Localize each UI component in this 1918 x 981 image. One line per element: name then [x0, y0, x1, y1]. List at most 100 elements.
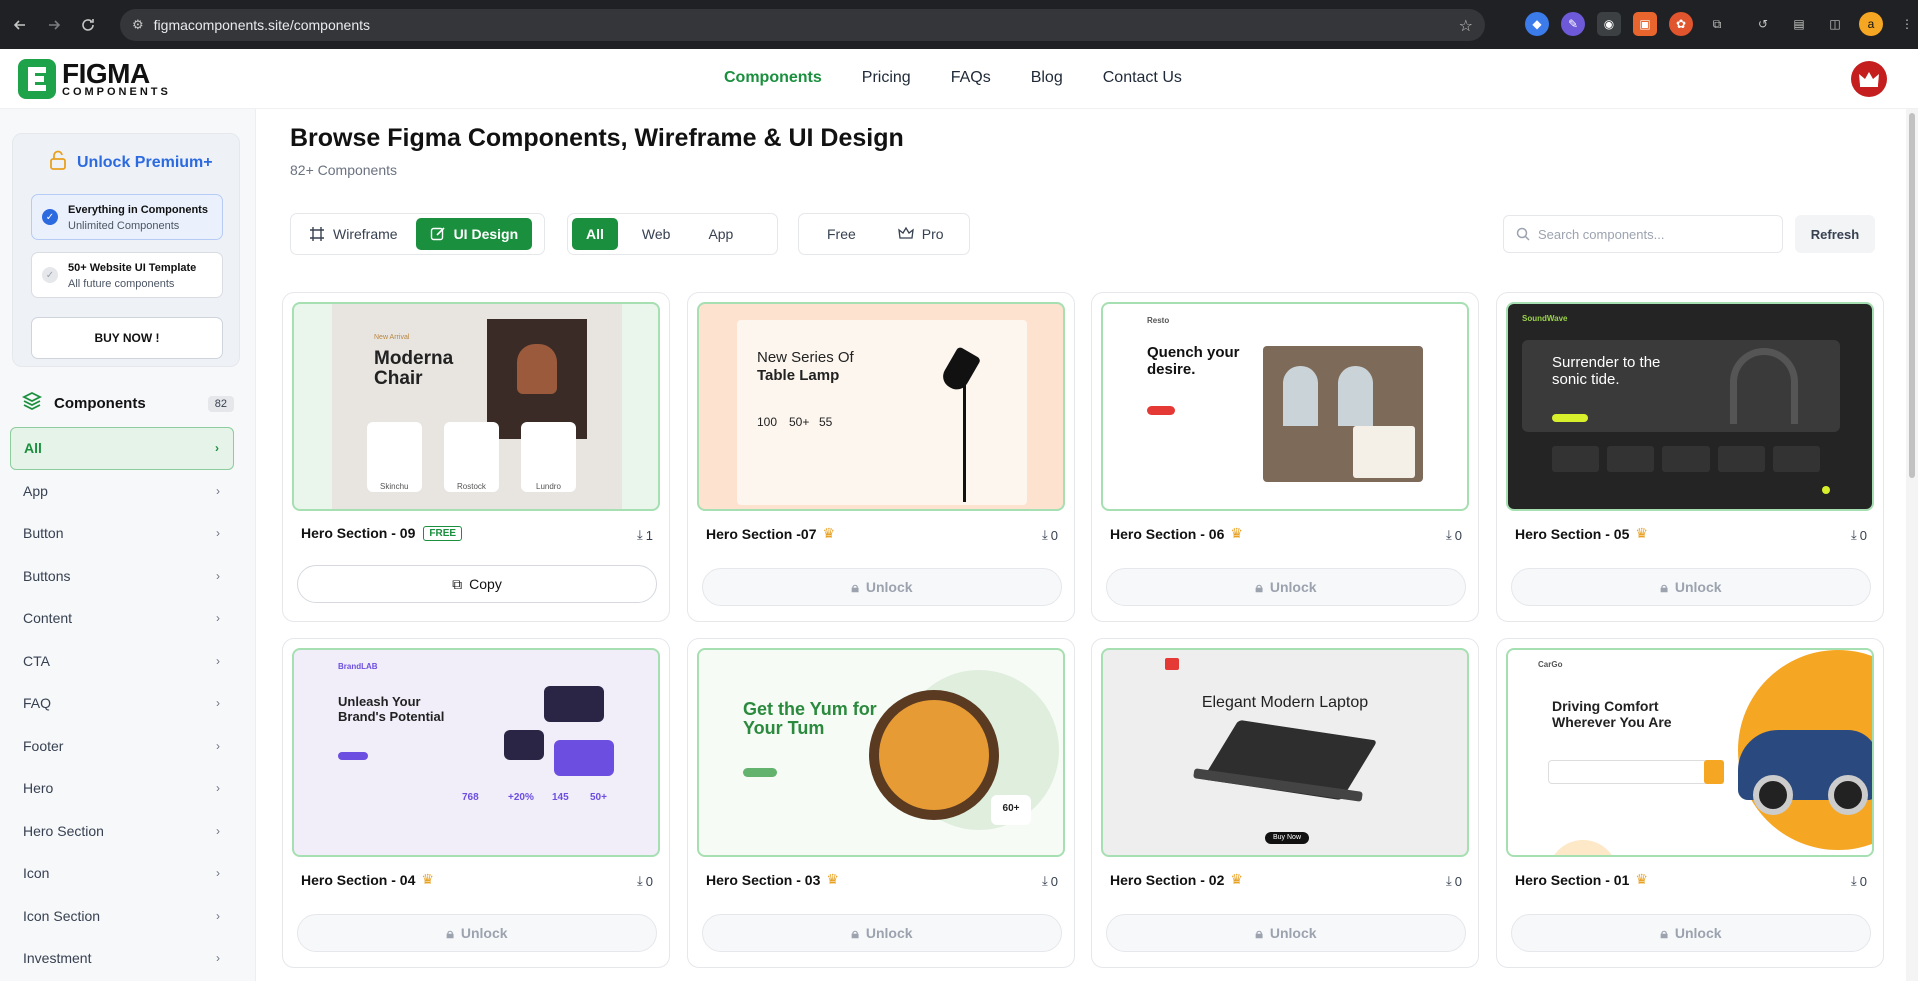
unlock-button[interactable]: 🔒︎ Unlock: [702, 914, 1062, 952]
filter-all[interactable]: All: [572, 218, 618, 250]
extension-icon[interactable]: ◆: [1525, 12, 1549, 36]
categories-count: 82: [207, 395, 234, 412]
category-button[interactable]: Button ›: [10, 512, 234, 555]
split-view-icon[interactable]: ◫: [1823, 12, 1847, 36]
reload-icon[interactable]: [74, 11, 102, 39]
card-preview[interactable]: New Series Of Table Lamp 100 50+ 55: [697, 302, 1065, 511]
card-preview[interactable]: Resto Quench your desire.: [1101, 302, 1469, 511]
filter-pro[interactable]: Pro: [884, 218, 958, 250]
wireframe-tab[interactable]: Wireframe: [295, 218, 412, 250]
category-hero[interactable]: Hero ›: [10, 767, 234, 810]
perk-templates[interactable]: ✓ 50+ Website UI Template All future com…: [31, 252, 223, 298]
nav-components[interactable]: Components: [724, 69, 822, 87]
search-input[interactable]: [1538, 226, 1768, 242]
card-preview[interactable]: Get the Yum for Your Tum 60+: [697, 648, 1065, 857]
component-card: Moderna Chair New Arrival Skinchu Rostoc…: [282, 292, 670, 622]
layers-icon: [21, 391, 43, 416]
ui-design-tab[interactable]: UI Design: [415, 218, 533, 250]
filter-app[interactable]: App: [694, 218, 747, 250]
card-preview[interactable]: BrandLAB Unleash Your Brand's Potential …: [292, 648, 660, 857]
category-investment[interactable]: Investment ›: [10, 937, 234, 980]
category-footer[interactable]: Footer ›: [10, 725, 234, 768]
card-preview[interactable]: Moderna Chair New Arrival Skinchu Rostoc…: [292, 302, 660, 511]
category-app[interactable]: App ›: [10, 470, 234, 513]
lock-icon: 🔒︎: [851, 924, 859, 941]
logo-primary: FIGMA: [62, 57, 150, 89]
category-content[interactable]: Content ›: [10, 597, 234, 640]
bookmark-star-icon[interactable]: ☆: [1459, 16, 1473, 36]
download-icon: ⤓: [637, 873, 643, 888]
category-list: All › App › Button › Buttons › Content › CTA ›…: [10, 427, 234, 980]
component-card: Resto Quench your desire. Hero Section -…: [1091, 292, 1479, 622]
address-bar[interactable]: ⚙ figmacomponents.site/components ☆: [120, 9, 1485, 41]
logo[interactable]: FIGMA COMPONENTS: [18, 59, 171, 99]
refresh-button[interactable]: Refresh: [1795, 215, 1875, 253]
extensions-puzzle-icon[interactable]: ⧉: [1705, 12, 1729, 36]
view-toggle: Wireframe UI Design: [290, 213, 545, 255]
search-box: [1503, 215, 1783, 253]
category-faq[interactable]: FAQ ›: [10, 682, 234, 725]
filter-free[interactable]: Free: [803, 218, 880, 250]
category-hero-section[interactable]: Hero Section ›: [10, 810, 234, 853]
filter-web[interactable]: Web: [622, 218, 691, 250]
extension-icon[interactable]: ▣: [1633, 12, 1657, 36]
download-count: ⤓ 1: [637, 527, 653, 543]
history-icon[interactable]: ↺: [1751, 12, 1775, 36]
free-badge: FREE: [423, 525, 463, 541]
menu-kebab-icon[interactable]: ⋮: [1895, 12, 1918, 36]
download-count: ⤓ 0: [637, 873, 653, 889]
extension-icon[interactable]: ✿: [1669, 12, 1693, 36]
category-buttons[interactable]: Buttons ›: [10, 555, 234, 598]
media-control-icon[interactable]: ▤: [1787, 12, 1811, 36]
nav-blog[interactable]: Blog: [1031, 69, 1063, 87]
category-icon[interactable]: Icon ›: [10, 852, 234, 895]
scrollbar-thumb[interactable]: [1909, 113, 1915, 478]
premium-title[interactable]: Unlock Premium+: [49, 150, 213, 175]
copy-button[interactable]: ⧉ Copy: [297, 565, 657, 603]
logo-secondary: COMPONENTS: [62, 85, 171, 98]
chevron-right-icon: ›: [216, 823, 220, 838]
extension-icon[interactable]: ◉: [1597, 12, 1621, 36]
component-card: CarGo Driving Comfort Wherever You Are H…: [1496, 638, 1884, 968]
download-count: ⤓ 0: [1851, 527, 1867, 543]
back-icon[interactable]: [6, 11, 34, 39]
chevron-right-icon: ›: [216, 738, 220, 753]
unlock-button[interactable]: 🔒︎ Unlock: [1106, 568, 1466, 606]
perk-everything[interactable]: ✓ Everything in Components Unlimited Com…: [31, 194, 223, 240]
card-title: Hero Section - 06 ♛: [1110, 525, 1243, 542]
category-icon-section[interactable]: Icon Section ›: [10, 895, 234, 938]
lock-icon: 🔒︎: [1255, 924, 1263, 941]
component-card: Get the Yum for Your Tum 60+ Hero Sectio…: [687, 638, 1075, 968]
forward-icon[interactable]: [40, 11, 68, 39]
category-cta[interactable]: CTA ›: [10, 640, 234, 683]
main-nav: Components Pricing FAQs Blog Contact Us: [724, 69, 1182, 87]
unlock-button[interactable]: 🔒︎ Unlock: [1511, 914, 1871, 952]
unlock-button[interactable]: 🔒︎ Unlock: [702, 568, 1062, 606]
card-preview[interactable]: Elegant Modern Laptop Buy Now: [1101, 648, 1469, 857]
pro-crown-icon: ♛: [826, 871, 839, 887]
page-scrollbar[interactable]: [1906, 109, 1918, 981]
profile-icon[interactable]: a: [1859, 12, 1883, 36]
card-preview[interactable]: CarGo Driving Comfort Wherever You Are: [1506, 648, 1874, 857]
buy-now-button[interactable]: BUY NOW !: [31, 317, 223, 359]
lock-icon: 🔒︎: [446, 924, 454, 941]
site-info-icon[interactable]: ⚙: [132, 17, 144, 33]
user-avatar-crown-icon[interactable]: [1851, 61, 1887, 97]
categories-header: Components 82: [21, 391, 234, 416]
download-icon: ⤓: [1042, 527, 1048, 542]
card-preview[interactable]: SoundWave Surrender to the sonic tide.: [1506, 302, 1874, 511]
sidebar: Unlock Premium+ ✓ Everything in Componen…: [0, 109, 256, 981]
extension-icon[interactable]: ✎: [1561, 12, 1585, 36]
chevron-right-icon: ›: [216, 568, 220, 583]
unlock-button[interactable]: 🔒︎ Unlock: [1511, 568, 1871, 606]
download-icon: ⤓: [1446, 527, 1452, 542]
nav-pricing[interactable]: Pricing: [862, 69, 911, 87]
card-title: Hero Section -07 ♛: [706, 525, 836, 542]
unlock-button[interactable]: 🔒︎ Unlock: [297, 914, 657, 952]
nav-contact[interactable]: Contact Us: [1103, 69, 1182, 87]
nav-faqs[interactable]: FAQs: [951, 69, 991, 87]
category-all[interactable]: All ›: [10, 427, 234, 470]
unlock-button[interactable]: 🔒︎ Unlock: [1106, 914, 1466, 952]
component-card: SoundWave Surrender to the sonic tide. H…: [1496, 292, 1884, 622]
download-count: ⤓ 0: [1851, 873, 1867, 889]
